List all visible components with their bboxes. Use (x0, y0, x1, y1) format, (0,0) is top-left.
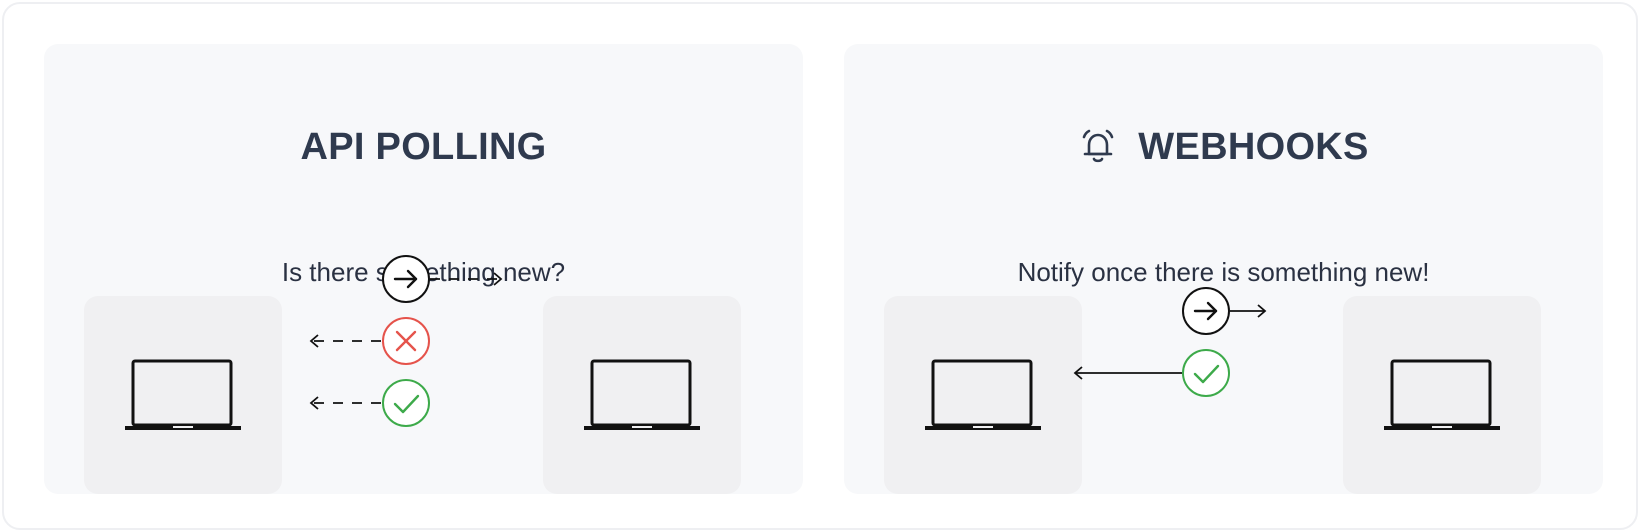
cross-icon (395, 330, 417, 352)
laptop-icon (125, 359, 241, 430)
webhook-ack-arrow (1073, 349, 1262, 397)
webhooks-title-text: WEBHOOKS (1138, 125, 1369, 168)
diagram-frame: API POLLING Is there something new? WEBH… (2, 2, 1638, 530)
api-polling-title-text: API POLLING (300, 125, 547, 168)
webhooks-subtitle: Notify once there is something new! (1017, 257, 1430, 287)
laptop-icon (584, 359, 700, 430)
check-icon (393, 394, 420, 414)
server-device-box (543, 296, 741, 494)
laptop-icon (925, 359, 1041, 430)
api-polling-title: API POLLING (44, 124, 803, 170)
laptop-icon (1384, 359, 1500, 430)
webhooks-title: WEBHOOKS (844, 124, 1603, 170)
check-icon (1193, 364, 1220, 384)
api-polling-subtitle: Is there something new? (281, 257, 566, 287)
client-device-box (84, 296, 282, 494)
server-device-box (1343, 296, 1541, 494)
alarm-bell-icon (1078, 127, 1118, 167)
poll-success-response-arrow (309, 379, 499, 427)
arrow-right-icon (1193, 301, 1218, 321)
webhook-notify-arrow (1074, 287, 1267, 335)
webhooks-panel: WEBHOOKS Notify once there is something … (844, 44, 1603, 494)
poll-empty-response-arrow (309, 317, 499, 365)
api-polling-panel: API POLLING Is there something new? (44, 44, 803, 494)
client-device-box (884, 296, 1082, 494)
